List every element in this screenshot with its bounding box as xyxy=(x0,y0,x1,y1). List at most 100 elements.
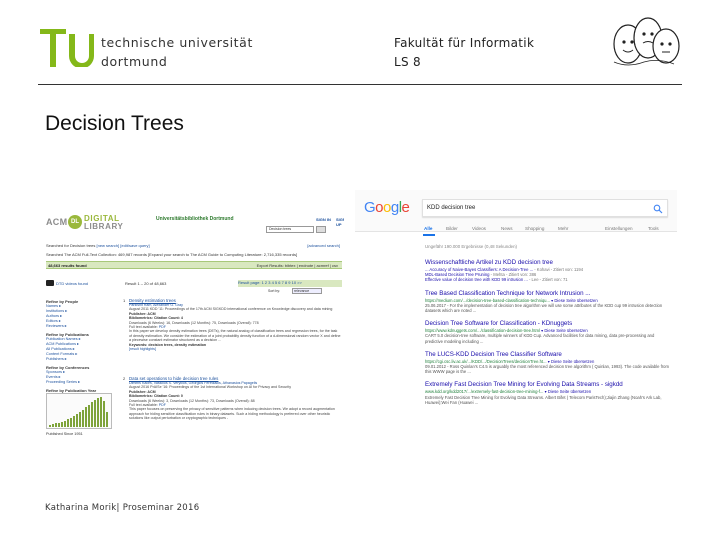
acm-result-2: 2 Data set operations to hide decision t… xyxy=(123,376,341,421)
video-play-icon[interactable] xyxy=(46,280,54,286)
active-tab-indicator xyxy=(423,234,435,236)
acm-search-button[interactable] xyxy=(316,226,326,233)
acm-library-label: LIBRARY xyxy=(84,222,124,231)
result-venue: August 2011 KDD '11: Proceedings of the … xyxy=(129,307,333,312)
histogram-bar[interactable] xyxy=(70,418,73,427)
fulltext-label: Full text available: xyxy=(129,403,158,408)
result-number: 2 xyxy=(123,376,126,381)
histogram-bar[interactable] xyxy=(106,412,109,427)
histogram-bar[interactable] xyxy=(97,398,100,427)
google-search-input[interactable]: KDD decision tree xyxy=(422,199,668,217)
search-result: Decision Tree Software for Classificatio… xyxy=(425,320,671,344)
result-title-link[interactable]: Extremely Fast Decision Tree Mining for … xyxy=(425,381,671,389)
google-logo-letter: G xyxy=(364,199,376,216)
scholar-sub-meta: - Kohavi - Zitiert von: 1194 xyxy=(533,267,584,272)
histogram-bar[interactable] xyxy=(82,410,85,427)
google-tabs: Alle Bilder Videos News Shopping Mehr Ei… xyxy=(355,226,677,236)
histogram-bar[interactable] xyxy=(55,423,58,427)
collection-line: Searched The ACM Full-Text Collection: 4… xyxy=(46,252,298,257)
histogram-bar[interactable] xyxy=(103,401,106,427)
histogram-bar[interactable] xyxy=(58,423,61,427)
facet-item[interactable]: Publishers ▸ xyxy=(46,357,118,362)
result-pagination[interactable]: Result page: 1 2 3 4 5 6 7 8 9 10 >> xyxy=(238,280,342,287)
facet-item[interactable]: Proceeding Series ▸ xyxy=(46,380,118,385)
searched-text: Searched for Decision trees xyxy=(46,243,96,248)
facet-item[interactable]: Reviewers ▸ xyxy=(46,324,118,329)
pdf-link[interactable]: PDF xyxy=(159,403,166,407)
result-count: Ungefähr 190.000 Ergebnisse (0,48 Sekund… xyxy=(425,244,518,249)
sign-up-link[interactable]: SIGN UP xyxy=(336,217,344,227)
histogram-bar[interactable] xyxy=(91,402,94,427)
acm-result-1: 1 Density estimation trees Parikshit Ram… xyxy=(123,298,341,351)
university-name: technische universität dortmund xyxy=(101,33,253,71)
tab-shopping[interactable]: Shopping xyxy=(525,226,544,231)
scholar-result: Wissenschaftliche Artikel zu KDD decisio… xyxy=(425,259,671,283)
search-result: Extremely Fast Decision Tree Mining for … xyxy=(425,381,671,405)
facet-group-people: Refine by People Names ▸ Institutions ▸ … xyxy=(46,299,118,329)
tab-mehr[interactable]: Mehr xyxy=(558,226,568,231)
videos-found-link[interactable]: DTD videos found xyxy=(56,281,88,286)
acm-search-input[interactable]: Decision trees xyxy=(266,226,314,233)
tab-bilder[interactable]: Bilder xyxy=(446,226,458,231)
export-results-links[interactable]: Export Results: bibtex | endnote | acmre… xyxy=(257,263,338,268)
tab-news[interactable]: News xyxy=(501,226,513,231)
tab-tools[interactable]: Tools xyxy=(648,226,659,231)
result-title-link[interactable]: Wissenschaftliche Artikel zu KDD decisio… xyxy=(425,259,671,267)
histogram-bar[interactable] xyxy=(79,412,82,427)
search-result: The LUCS-KDD Decision Tree Classifier So… xyxy=(425,351,671,375)
edit-save-query-link[interactable]: [edit/save query] xyxy=(120,243,149,248)
tab-alle[interactable]: Alle xyxy=(424,226,432,231)
tab-videos[interactable]: Videos xyxy=(472,226,486,231)
histogram-bar[interactable] xyxy=(49,425,52,427)
histogram-bar[interactable] xyxy=(76,414,79,427)
new-search-link[interactable]: [new search] xyxy=(96,243,119,248)
google-query-text: KDD decision tree xyxy=(427,205,476,211)
histogram-bar[interactable] xyxy=(100,397,103,427)
advanced-search-link[interactable]: [advanced search] xyxy=(307,243,340,248)
result-title-link[interactable]: The LUCS-KDD Decision Tree Classifier So… xyxy=(425,351,671,359)
translate-link[interactable]: ▾ Diese Seite übersetzen xyxy=(550,298,598,303)
searched-for-line: Searched for Decision trees [new search]… xyxy=(46,243,336,248)
google-logo[interactable]: Google xyxy=(364,199,410,217)
histogram-bar[interactable] xyxy=(67,419,70,427)
scholar-sub-item[interactable]: Effective value of decision tree with KD… xyxy=(425,277,671,282)
google-results: Wissenschaftliche Artikel zu KDD decisio… xyxy=(425,259,671,412)
histogram-bar[interactable] xyxy=(94,400,97,427)
result-title-link[interactable]: Tree Based Classification Technique for … xyxy=(425,290,671,298)
sign-in-link[interactable]: SIGN IN xyxy=(316,217,331,222)
faculty-line-2: LS 8 xyxy=(394,55,421,69)
pagination-links[interactable]: Result page: 1 2 3 4 5 6 7 8 9 10 >> xyxy=(238,280,302,285)
scholar-sub-title[interactable]: Effective value of decision tree with KD… xyxy=(425,277,528,282)
translate-link[interactable]: ▾ Diese Seite übersetzen xyxy=(543,389,592,394)
histogram-bar[interactable] xyxy=(85,407,88,427)
institution-name: Universitätsbibliothek Dortmund xyxy=(156,216,234,222)
google-logo-letter: e xyxy=(401,199,410,216)
tab-einstellungen[interactable]: Einstellungen xyxy=(605,226,633,231)
histogram-bar[interactable] xyxy=(52,424,55,427)
pdf-link[interactable]: PDF xyxy=(159,325,166,329)
result-url-text: https://medium.com/.../decision-tree-bas… xyxy=(425,297,550,303)
histogram-bar[interactable] xyxy=(61,422,64,427)
eggs-mascot-icon xyxy=(613,17,680,66)
result-url-text: www.kdd.org/kdd2017/.../extremely-fast-d… xyxy=(425,389,544,395)
results-count: 48,663 results found xyxy=(48,263,87,268)
histogram-bar[interactable] xyxy=(88,405,91,427)
search-icon[interactable] xyxy=(653,204,663,214)
result-snippet: 09.01.2012 - Ross Quinlan's C4.5 is argu… xyxy=(425,364,669,375)
result-abstract: This paper focuses on preserving the pri… xyxy=(129,407,335,421)
histogram-bar[interactable] xyxy=(64,421,67,427)
search-result: Tree Based Classification Technique for … xyxy=(425,290,671,314)
publication-year-histogram[interactable] xyxy=(46,393,112,429)
histogram-bar[interactable] xyxy=(73,416,76,427)
sort-select[interactable]: relevance xyxy=(292,288,322,294)
acm-digital-library-screenshot: ACM DL DIGITAL LIBRARY Universitätsbibli… xyxy=(38,208,344,440)
result-number: 1 xyxy=(123,298,126,303)
result-highlights-link[interactable]: [result highlights] xyxy=(129,347,341,351)
result-snippet: 25.06.2017 - For the implementation of d… xyxy=(425,302,663,314)
google-logo-letter: o xyxy=(375,199,384,216)
slide-title: Decision Trees xyxy=(45,112,184,135)
slide-footer: Katharina Morik| Proseminar 2016 xyxy=(45,503,200,513)
faculty-line-1: Fakultät für Informatik xyxy=(394,36,535,50)
result-title-link[interactable]: Decision Tree Software for Classificatio… xyxy=(425,320,671,328)
result-range: Result 1 – 20 of 48,663 xyxy=(125,281,167,286)
